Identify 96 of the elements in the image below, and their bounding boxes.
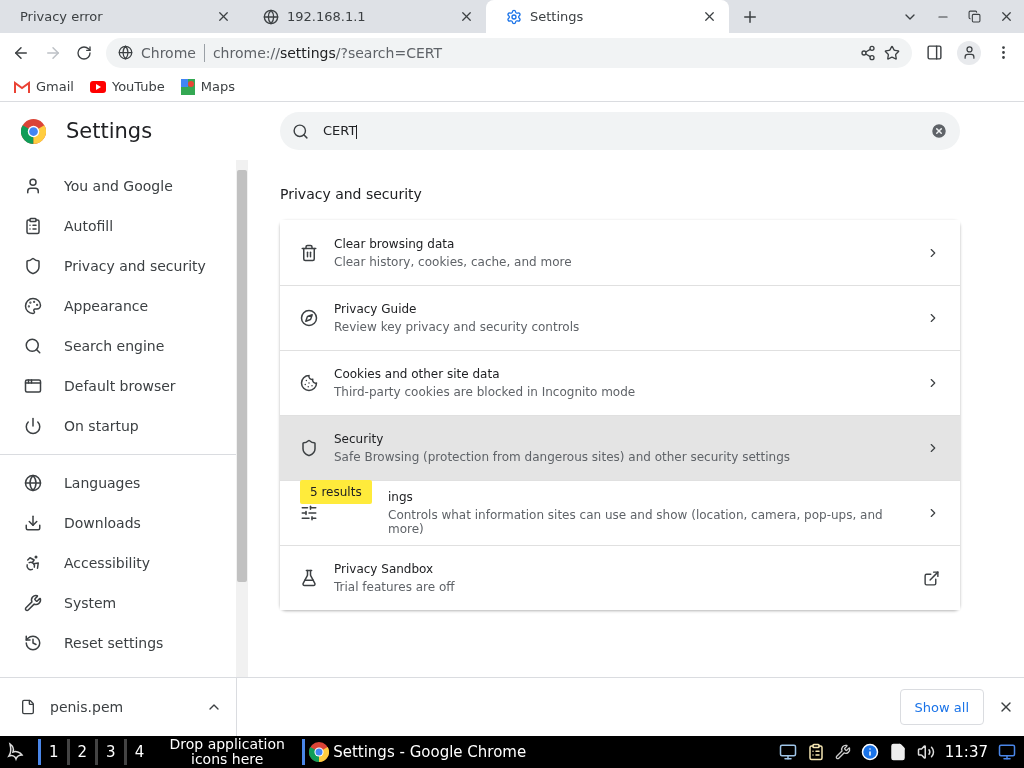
sidebar-item[interactable]: Reset settings	[64, 635, 164, 651]
workspace-button[interactable]: 1	[38, 739, 67, 765]
globe-icon	[263, 8, 279, 25]
clipboard-icon[interactable]	[806, 743, 825, 761]
row-subtitle: Controls what information sites can use and show (location, camera, pop-ups, and more)	[388, 508, 884, 536]
row-title: Cookies and other site data	[334, 367, 501, 381]
sidebar-item[interactable]: Appearance	[64, 298, 149, 314]
sidebar-item[interactable]: Autofill	[64, 218, 114, 234]
desktop-icon[interactable]	[998, 743, 1016, 761]
settings-row[interactable]: Clear browsing data Clear history, cookies, cache, and more	[280, 220, 960, 285]
row-title: Clear browsing data	[334, 236, 456, 251]
settings-row[interactable]: Privacy Sandbox Trial features are off	[280, 545, 960, 610]
launcher-hint: Drop application icons here	[168, 737, 286, 767]
workspace-button[interactable]: 3	[95, 739, 124, 765]
taskbar-window-button[interactable]: Settings - Google Chrome	[302, 739, 527, 765]
site-label: Chrome	[141, 44, 196, 61]
settings-title: Settings	[66, 119, 153, 143]
workspace-button[interactable]: 4	[123, 739, 153, 765]
browser-window-icon	[24, 377, 42, 395]
search-icon	[24, 337, 42, 355]
scrollbar[interactable]	[236, 160, 248, 677]
row-subtitle: Safe Browsing (protection from dangerous sites) and other security settings	[334, 450, 792, 464]
close-icon[interactable]	[459, 9, 474, 24]
sidebar-item[interactable]: You and Google	[64, 178, 173, 194]
settings-row[interactable]: Cookies and other site data Third-party cookies are blocked in Incognito mode	[280, 350, 960, 415]
profile-icon[interactable]	[957, 40, 981, 65]
workspace-button[interactable]: 2	[66, 739, 96, 765]
url-text: chrome://settings/?search=CERT	[212, 44, 443, 61]
sidebar-item[interactable]: Downloads	[64, 515, 141, 531]
row-subtitle: Trial features are off	[334, 580, 456, 594]
bookmark-link[interactable]: Maps	[200, 79, 236, 94]
map-pin-icon	[180, 78, 195, 95]
close-icon[interactable]	[216, 9, 231, 24]
sidebar-item[interactable]: Search engine	[64, 338, 165, 354]
volume-icon[interactable]	[916, 743, 935, 761]
shield-icon	[24, 257, 42, 275]
wrench-icon[interactable]	[834, 744, 851, 760]
result-count-tooltip: 5 results	[300, 480, 372, 504]
trash-icon	[300, 243, 318, 262]
settings-row[interactable]: 5 results ings Controls what information sites can use and show (location, camera, pop-ups, and more)	[280, 480, 960, 545]
bookmark-link[interactable]: Gmail	[36, 79, 74, 94]
side-panel-icon[interactable]	[926, 44, 943, 61]
close-icon[interactable]	[702, 9, 717, 24]
accessibility-icon	[24, 554, 42, 572]
reload-icon[interactable]	[76, 44, 92, 61]
compass-icon	[300, 309, 318, 327]
clipboard-icon	[24, 217, 42, 235]
history-icon	[24, 634, 42, 652]
browser-tab[interactable]: 192.168.1.1	[243, 0, 486, 33]
download-icon	[24, 514, 42, 532]
row-title: ings	[388, 490, 414, 504]
settings-row[interactable]: Privacy Guide Review key privacy and security controls	[280, 285, 960, 350]
globe-icon	[24, 474, 42, 492]
file-icon	[20, 699, 36, 715]
sidebar-item[interactable]: System	[64, 595, 117, 611]
sidebar-item[interactable]: Languages	[64, 475, 141, 491]
row-subtitle: Clear history, cookies, cache, and more	[334, 254, 573, 269]
close-icon[interactable]	[999, 9, 1014, 24]
section-title: Privacy and security	[280, 186, 423, 202]
play-icon	[89, 80, 106, 93]
palette-icon	[24, 297, 42, 315]
power-icon	[24, 417, 42, 435]
search-icon	[292, 122, 309, 140]
search-field[interactable]: CERT	[280, 112, 960, 150]
show-all-button[interactable]: Show all	[899, 689, 984, 725]
mail-icon	[14, 80, 30, 93]
info-icon[interactable]	[860, 743, 879, 761]
sidebar-item[interactable]: Accessibility	[64, 555, 151, 571]
sidebar-item[interactable]: Privacy and security	[64, 258, 206, 274]
clock[interactable]: 11:37	[944, 743, 988, 761]
share-icon[interactable]	[860, 44, 876, 61]
sidebar-item[interactable]: Default browser	[64, 378, 176, 394]
row-subtitle: Third-party cookies are blocked in Incognito mode	[334, 385, 637, 399]
star-icon[interactable]	[884, 44, 900, 61]
settings-row[interactable]: Security Safe Browsing (protection from dangerous sites) and other security settings	[280, 415, 960, 480]
address-bar[interactable]: Chrome chrome://settings/?search=CERT	[106, 37, 912, 68]
row-title: Privacy Guide	[334, 302, 418, 316]
drive-icon[interactable]	[888, 743, 907, 761]
bookmark-link[interactable]: YouTube	[111, 79, 165, 94]
row-subtitle: Review key privacy and security controls	[334, 320, 581, 334]
browser-tab[interactable]: Settings	[486, 0, 729, 33]
shield-icon	[300, 439, 318, 457]
wrench-icon	[24, 594, 42, 612]
clear-icon[interactable]	[930, 122, 948, 140]
row-title: Security	[334, 432, 385, 446]
network-icon[interactable]	[778, 743, 797, 761]
gear-icon	[506, 8, 522, 25]
person-icon	[24, 177, 42, 195]
row-title: Privacy Sandbox	[334, 562, 435, 576]
external-link-icon[interactable]	[923, 569, 940, 587]
sliders-icon	[300, 504, 318, 522]
browser-tab[interactable]: Privacy error	[0, 0, 243, 33]
flask-icon	[300, 569, 318, 587]
cookie-icon	[300, 374, 318, 392]
sidebar-item[interactable]: On startup	[64, 418, 139, 434]
restore-icon[interactable]	[968, 10, 981, 23]
